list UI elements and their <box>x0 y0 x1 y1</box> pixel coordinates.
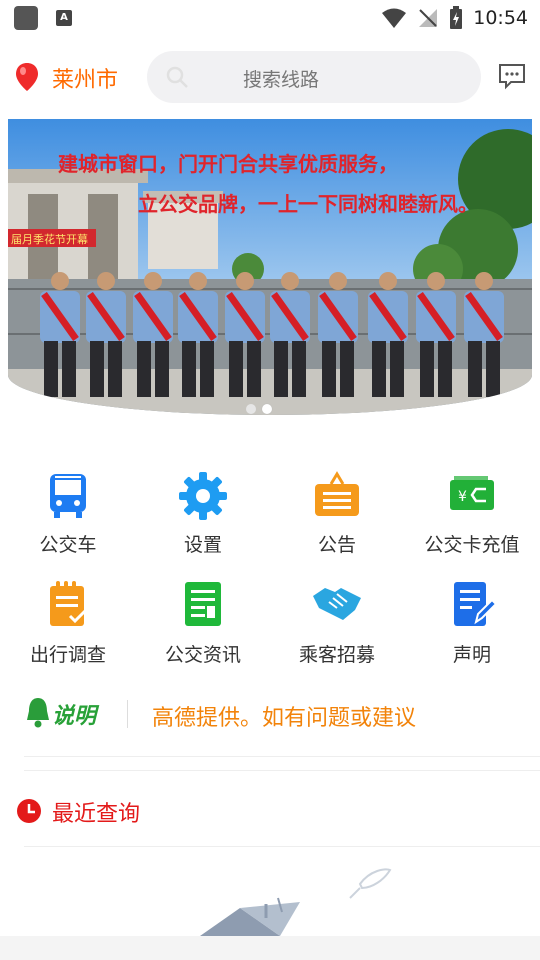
grid-item-card-recharge[interactable]: ¥ 公交卡充值 <box>408 470 528 570</box>
grid-item-gear[interactable]: 设置 <box>139 470 259 570</box>
gear-icon <box>179 472 227 520</box>
grid-item-statement[interactable]: 声明 <box>408 578 528 678</box>
search-bar[interactable]: 搜索线路 <box>147 51 481 103</box>
search-placeholder: 搜索线路 <box>243 69 320 91</box>
notice-divider <box>127 700 128 728</box>
no-signal-icon <box>419 9 438 27</box>
a-notification-icon: A <box>56 10 72 26</box>
grid-item-label: 公交资讯 <box>164 644 241 666</box>
divider <box>24 756 540 757</box>
grid-item-announcement[interactable]: 公告 <box>273 470 393 570</box>
bell-icon <box>27 698 49 728</box>
grid-item-news[interactable]: 公交资讯 <box>139 578 259 678</box>
app-notification-icon <box>14 6 38 30</box>
grid-item-label: 乘客招募 <box>298 644 375 666</box>
top-bar: 莱州市 搜索线路 <box>0 46 540 110</box>
statement-icon <box>454 582 498 626</box>
divider <box>24 846 540 847</box>
announcement-icon <box>315 471 359 516</box>
grid-item-label: 公交卡充值 <box>424 534 520 556</box>
notice-text: 高德提供。如有问题或建议 <box>152 706 417 731</box>
grid-item-label: 公交车 <box>39 534 97 556</box>
banner-slogan-line2: 立公交品牌，一上一下同树和睦新风。 <box>138 192 478 216</box>
grid-item-label: 出行调查 <box>29 644 106 666</box>
bus-icon <box>50 474 86 518</box>
grid-item-label: 声明 <box>452 644 491 666</box>
banner-sign-text: 届月季花节开幕 <box>11 232 88 246</box>
carousel-dot[interactable] <box>246 404 256 414</box>
wifi-icon <box>382 8 407 28</box>
grid-item-label: 公告 <box>317 534 356 556</box>
card-recharge-icon: ¥ <box>450 476 494 510</box>
banner-slogan-line1: 建城市窗口，门开门合共享优质服务， <box>58 152 398 176</box>
notice-bar[interactable]: 说明 高德提供。如有问题或建议 <box>24 684 540 744</box>
status-bar: A 10:54 <box>0 0 540 36</box>
grid-item-handshake[interactable]: 乘客招募 <box>273 578 393 678</box>
bottom-strip <box>0 936 540 960</box>
grid-item-survey[interactable]: 出行调查 <box>4 578 124 678</box>
message-icon[interactable] <box>497 62 527 90</box>
grid-item-label: 设置 <box>183 534 222 556</box>
carousel-dot-active[interactable] <box>262 404 272 414</box>
handshake-icon <box>313 588 361 620</box>
banner-photo: 届月季花节开幕 建城市窗口，门开门合共享优质服务， 立公交品牌，一上一下同树和睦… <box>8 119 532 415</box>
notice-badge-text: 说明 <box>52 704 97 729</box>
clock-icon <box>17 799 41 823</box>
carousel-dots <box>246 404 272 414</box>
news-icon <box>185 582 221 626</box>
search-icon <box>166 66 188 88</box>
notice-badge: 说明 <box>24 696 114 730</box>
city-selector[interactable]: 莱州市 <box>52 62 118 94</box>
grid-item-bus[interactable]: 公交车 <box>4 470 124 570</box>
battery-charging-icon <box>450 6 463 29</box>
clock: 10:54 <box>473 7 528 29</box>
divider <box>24 770 540 771</box>
banner-carousel[interactable]: 届月季花节开幕 建城市窗口，门开门合共享优质服务， 立公交品牌，一上一下同树和睦… <box>8 119 532 415</box>
location-pin-icon[interactable] <box>14 62 40 92</box>
svg-text:¥: ¥ <box>458 489 467 505</box>
empty-state-illustration <box>200 868 392 936</box>
recent-queries-title: 最近查询 <box>52 802 141 827</box>
survey-icon <box>50 581 88 626</box>
